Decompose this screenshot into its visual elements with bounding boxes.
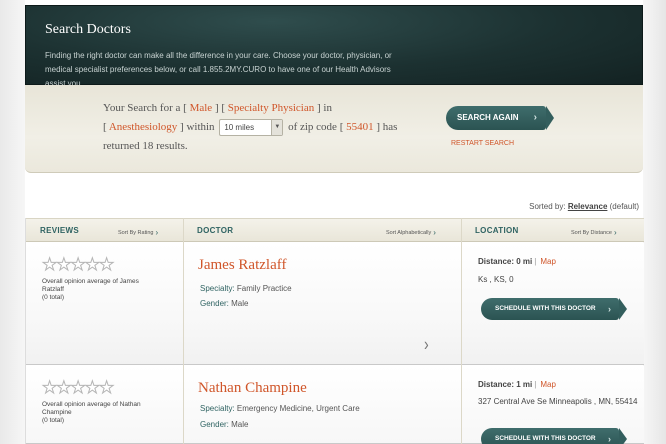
star-outline-icon: ★ [70, 255, 86, 275]
rating-summary: Overall opinion average of James Ratzlaf… [42, 278, 139, 301]
star-outline-icon: ★ [98, 378, 114, 398]
doctor-address: Ks , KS, 0 [478, 275, 514, 284]
specialty-link[interactable]: Anesthesiology [109, 121, 177, 133]
chevron-right-icon: › [613, 228, 617, 237]
chevron-right-icon: › [433, 228, 436, 237]
table-row: ★★★★★ Overall opinion average of James R… [26, 243, 644, 365]
star-rating[interactable]: ★★★★★ [41, 255, 114, 275]
doctor-gender: Gender: Male [200, 299, 249, 308]
chevron-down-icon: ▼ [271, 119, 283, 135]
star-outline-icon: ★ [56, 255, 72, 275]
doctor-column-header: DOCTOR Sort Alphabetically › [197, 226, 436, 237]
star-outline-icon: ★ [84, 255, 100, 275]
map-link[interactable]: Map [540, 257, 556, 266]
column-divider [183, 218, 184, 444]
sorted-by: Sorted by: Relevance (default) [529, 202, 639, 211]
doctor-address: 327 Central Ave Se Minneapolis , MN, 554… [478, 397, 638, 406]
doctor-name-link[interactable]: James Ratzlaff [198, 257, 286, 274]
sort-alphabetically[interactable]: Sort Alphabetically › [386, 228, 436, 237]
location-column-header: LOCATION Sort By Distance › [475, 226, 617, 237]
sort-by-distance[interactable]: Sort By Distance › [571, 228, 617, 237]
reviews-column-header: REVIEWS Sort By Rating › [40, 226, 159, 237]
star-outline-icon: ★ [41, 255, 57, 275]
star-outline-icon: ★ [56, 378, 72, 398]
search-summary-text: Your Search for a [ Male ] [ Specialty P… [103, 102, 398, 152]
restart-search-link[interactable]: RESTART SEARCH [451, 140, 514, 147]
type-link[interactable]: Specialty Physician [228, 102, 314, 114]
search-doctors-header: Search Doctors Finding the right doctor … [25, 5, 643, 88]
star-outline-icon: ★ [98, 255, 114, 275]
page: Search Doctors Finding the right doctor … [0, 0, 666, 444]
doctor-gender: Gender: Male [200, 420, 249, 429]
doctor-specialty: Specialty: Family Practice [200, 284, 292, 293]
star-outline-icon: ★ [41, 378, 57, 398]
search-summary: Your Search for a [ Male ] [ Specialty P… [25, 85, 643, 173]
results-table: REVIEWS Sort By Rating › DOCTOR Sort Alph… [25, 218, 644, 444]
left-gutter [0, 0, 25, 444]
sort-relevance-link[interactable]: Relevance [568, 202, 608, 211]
map-link[interactable]: Map [540, 380, 556, 389]
star-outline-icon: ★ [84, 378, 100, 398]
page-title: Search Doctors [45, 22, 131, 37]
sort-by-rating[interactable]: Sort By Rating › [118, 228, 158, 237]
star-outline-icon: ★ [70, 378, 86, 398]
chevron-right-icon[interactable]: › [424, 334, 429, 355]
chevron-right-icon: › [155, 228, 159, 237]
chevron-right-icon: › [608, 434, 611, 444]
zip-link[interactable]: 55401 [346, 121, 374, 133]
doctor-specialty: Specialty: Emergency Medicine, Urgent Ca… [200, 404, 360, 413]
star-rating[interactable]: ★★★★★ [41, 378, 114, 398]
chevron-right-icon: › [608, 304, 611, 314]
table-row: ★★★★★ Overall opinion average of Nathan … [26, 366, 644, 444]
gender-link[interactable]: Male [190, 102, 213, 114]
right-gutter [643, 0, 666, 444]
schedule-button[interactable]: SCHEDULE WITH THIS DOCTOR › [481, 428, 627, 444]
chevron-right-icon: › [533, 112, 537, 123]
distance-select[interactable]: 10 miles ▼ [219, 118, 284, 136]
results-header: REVIEWS Sort By Rating › DOCTOR Sort Alph… [26, 218, 644, 242]
search-again-button[interactable]: SEARCH AGAIN › [446, 106, 554, 130]
distance: Distance: 0 mi | Map [478, 257, 556, 266]
doctor-name-link[interactable]: Nathan Champine [198, 380, 307, 397]
column-divider [461, 218, 462, 444]
schedule-button[interactable]: SCHEDULE WITH THIS DOCTOR › [481, 298, 627, 320]
rating-summary: Overall opinion average of Nathan Champi… [42, 401, 141, 424]
distance: Distance: 1 mi | Map [478, 380, 556, 389]
